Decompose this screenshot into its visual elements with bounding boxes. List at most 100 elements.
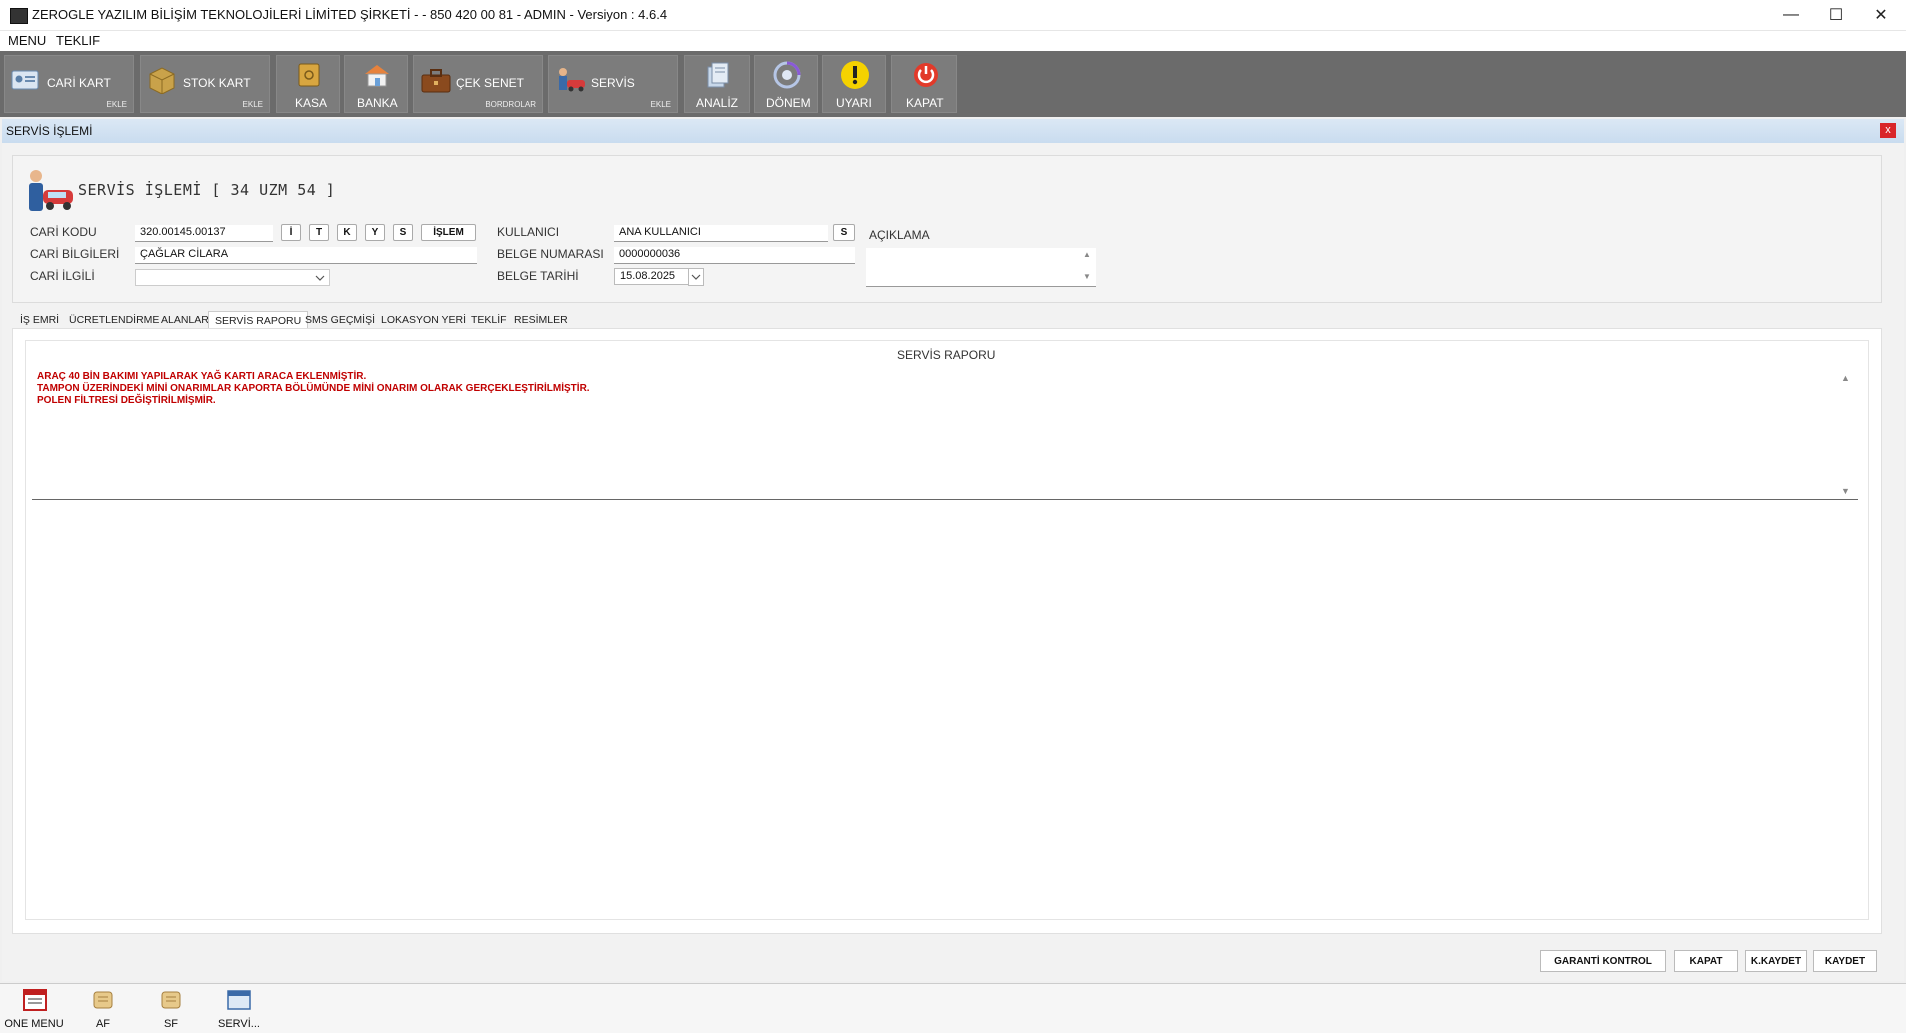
cari-t-button[interactable]: T: [309, 224, 329, 241]
kullanici-field[interactable]: ANA KULLANICI: [614, 225, 828, 242]
toolbar-label: STOK KART: [183, 76, 251, 90]
window-title-bar: ZEROGLE YAZILIM BİLİŞİM TEKNOLOJİLERİ Lİ…: [0, 0, 1906, 31]
kapat-button[interactable]: KAPAT: [1674, 950, 1738, 972]
toolbar-sublabel: EKLE: [106, 100, 127, 109]
k-kaydet-button[interactable]: K.KAYDET: [1745, 950, 1807, 972]
child-close-button[interactable]: x: [1880, 123, 1896, 138]
tab-is-emri[interactable]: İŞ EMRİ: [14, 311, 65, 329]
scroll-up-icon[interactable]: ▲: [1083, 250, 1091, 259]
report-header: SERVİS RAPORU: [897, 348, 996, 362]
toolbar-label: BANKA: [357, 96, 398, 110]
cari-i-button[interactable]: İ: [281, 224, 301, 241]
toolbar-uyari-button[interactable]: UYARI: [822, 55, 886, 113]
kullanici-s-button[interactable]: S: [833, 224, 855, 241]
toolbar-banka-button[interactable]: BANKA: [344, 55, 408, 113]
toolbar-label: UYARI: [836, 96, 872, 110]
report-line: ARAÇ 40 BİN BAKIMI YAPILARAK YAĞ KARTI A…: [37, 371, 367, 382]
cari-y-button[interactable]: Y: [365, 224, 385, 241]
page-title: SERVİS İŞLEMİ [ 34 UZM 54 ]: [78, 181, 336, 199]
report-textarea[interactable]: ARAÇ 40 BİN BAKIMI YAPILARAK YAĞ KARTI A…: [32, 367, 1858, 500]
menu-item-teklif[interactable]: TEKLIF: [56, 33, 100, 48]
cari-kodu-label: CARİ KODU: [30, 225, 97, 239]
cari-bilgileri-label: CARİ BİLGİLERİ: [30, 247, 120, 261]
chevron-down-icon[interactable]: [315, 274, 325, 282]
cari-ilgili-label: CARİ İLGİLİ: [30, 269, 95, 283]
belge-numarasi-label: BELGE NUMARASI: [497, 247, 604, 261]
analysis-icon: [707, 62, 729, 88]
tab-sms-gecmisi[interactable]: SMS GEÇMİŞİ: [299, 311, 381, 329]
belge-numarasi-field[interactable]: 0000000036: [614, 247, 855, 264]
child-window-title: SERVİS İŞLEMİ: [6, 124, 93, 138]
bank-icon: [365, 65, 389, 87]
cari-bilgileri-field[interactable]: ÇAĞLAR CİLARA: [135, 247, 477, 264]
window-title: ZEROGLE YAZILIM BİLİŞİM TEKNOLOJİLERİ Lİ…: [32, 7, 668, 22]
tab-teklif[interactable]: TEKLİF: [465, 311, 513, 329]
taskbar-label: SF: [163, 1018, 179, 1030]
toolbar-donem-button[interactable]: DÖNEM: [754, 55, 818, 113]
aciklama-label: AÇIKLAMA: [869, 228, 930, 242]
taskbar-label: SERVİ...: [218, 1018, 260, 1030]
cari-k-button[interactable]: K: [337, 224, 357, 241]
toolbar-analiz-button[interactable]: ANALİZ: [684, 55, 750, 113]
taskbar-af[interactable]: AF: [80, 984, 126, 1033]
app-icon: [10, 8, 28, 24]
toolbar-kasa-button[interactable]: KASA: [276, 55, 340, 113]
scroll-icon: [93, 991, 113, 1009]
taskbar-label: ONE MENU: [4, 1018, 64, 1030]
taskbar-one-menu[interactable]: ONE MENU: [0, 984, 68, 1033]
tab-ucretlendirme[interactable]: ÜCRETLENDİRME: [63, 311, 165, 329]
tab-alanlar[interactable]: ALANLAR: [155, 311, 215, 329]
close-window-button[interactable]: ✕: [1858, 0, 1904, 30]
maximize-button[interactable]: ☐: [1813, 0, 1859, 30]
toolbar-label: SERVİS: [591, 76, 635, 90]
safe-icon: [298, 63, 320, 87]
toolbar-stok-kart-button[interactable]: STOK KART EKLE: [140, 55, 270, 113]
garanti-kontrol-button[interactable]: GARANTİ KONTROL: [1540, 950, 1666, 972]
toolbar-servis-button[interactable]: SERVİS EKLE: [548, 55, 678, 113]
taskbar-sf[interactable]: SF: [148, 984, 194, 1033]
report-line: POLEN FİLTRESİ DEĞİŞTİRİLMİŞMİR.: [37, 395, 216, 406]
toolbar-cari-kart-button[interactable]: CARİ KART EKLE: [4, 55, 134, 113]
power-icon: [914, 63, 938, 87]
menu-item-menu[interactable]: MENU: [8, 33, 46, 48]
scroll-icon: [161, 991, 181, 1009]
report-line: TAMPON ÜZERİNDEKİ MİNİ ONARIMLAR KAPORTA…: [37, 383, 590, 394]
service-mechanic-icon: [29, 170, 73, 211]
tab-lokasyon-yeri[interactable]: LOKASYON YERİ: [375, 311, 472, 329]
toolbar-sublabel: EKLE: [650, 100, 671, 109]
cari-ilgili-select[interactable]: [135, 269, 330, 286]
box-icon: [149, 67, 175, 94]
scroll-up-icon[interactable]: ▲: [1841, 373, 1850, 383]
toolbar-kapat-button[interactable]: KAPAT: [891, 55, 957, 113]
menu-bar: MENU TEKLIF: [0, 31, 1906, 51]
kullanici-label: KULLANICI: [497, 225, 560, 239]
toolbar-sublabel: EKLE: [242, 100, 263, 109]
islem-button[interactable]: İŞLEM: [421, 224, 476, 241]
kaydet-button[interactable]: KAYDET: [1813, 950, 1877, 972]
briefcase-icon: [421, 69, 451, 93]
date-dropdown-icon[interactable]: [688, 268, 704, 286]
belge-tarihi-field[interactable]: 15.08.2025: [614, 268, 690, 285]
taskbar-label: AF: [95, 1018, 111, 1030]
toolbar-label: CARİ KART: [47, 76, 111, 90]
child-window-title-bar: SERVİS İŞLEMİ x: [2, 119, 1904, 144]
toolbar-label: KAPAT: [906, 96, 944, 110]
cari-kodu-field[interactable]: 320.00145.00137: [135, 225, 273, 242]
id-card-icon: [11, 70, 39, 90]
toolbar-label: ÇEK SENET: [456, 76, 525, 90]
minimize-button[interactable]: —: [1768, 0, 1814, 30]
main-toolbar: CARİ KART EKLE STOK KART EKLE KASA BANKA: [0, 51, 1906, 117]
cari-s-button[interactable]: S: [393, 224, 413, 241]
window-taskbar: ONE MENU AF SF SERVİ...: [0, 983, 1906, 1033]
toolbar-cek-senet-button[interactable]: ÇEK SENET BORDROLAR: [413, 55, 543, 113]
toolbar-label: KASA: [295, 96, 328, 110]
scroll-down-icon[interactable]: ▼: [1083, 272, 1091, 281]
toolbar-label: ANALİZ: [696, 96, 739, 110]
taskbar-servis[interactable]: SERVİ...: [212, 984, 266, 1033]
window-icon: [227, 990, 251, 1010]
belge-tarihi-label: BELGE TARİHİ: [497, 269, 579, 283]
scroll-down-icon[interactable]: ▼: [1841, 486, 1850, 496]
aciklama-textarea[interactable]: [866, 248, 1096, 287]
menu-window-icon: [23, 989, 47, 1011]
tab-resimler[interactable]: RESİMLER: [508, 311, 574, 329]
